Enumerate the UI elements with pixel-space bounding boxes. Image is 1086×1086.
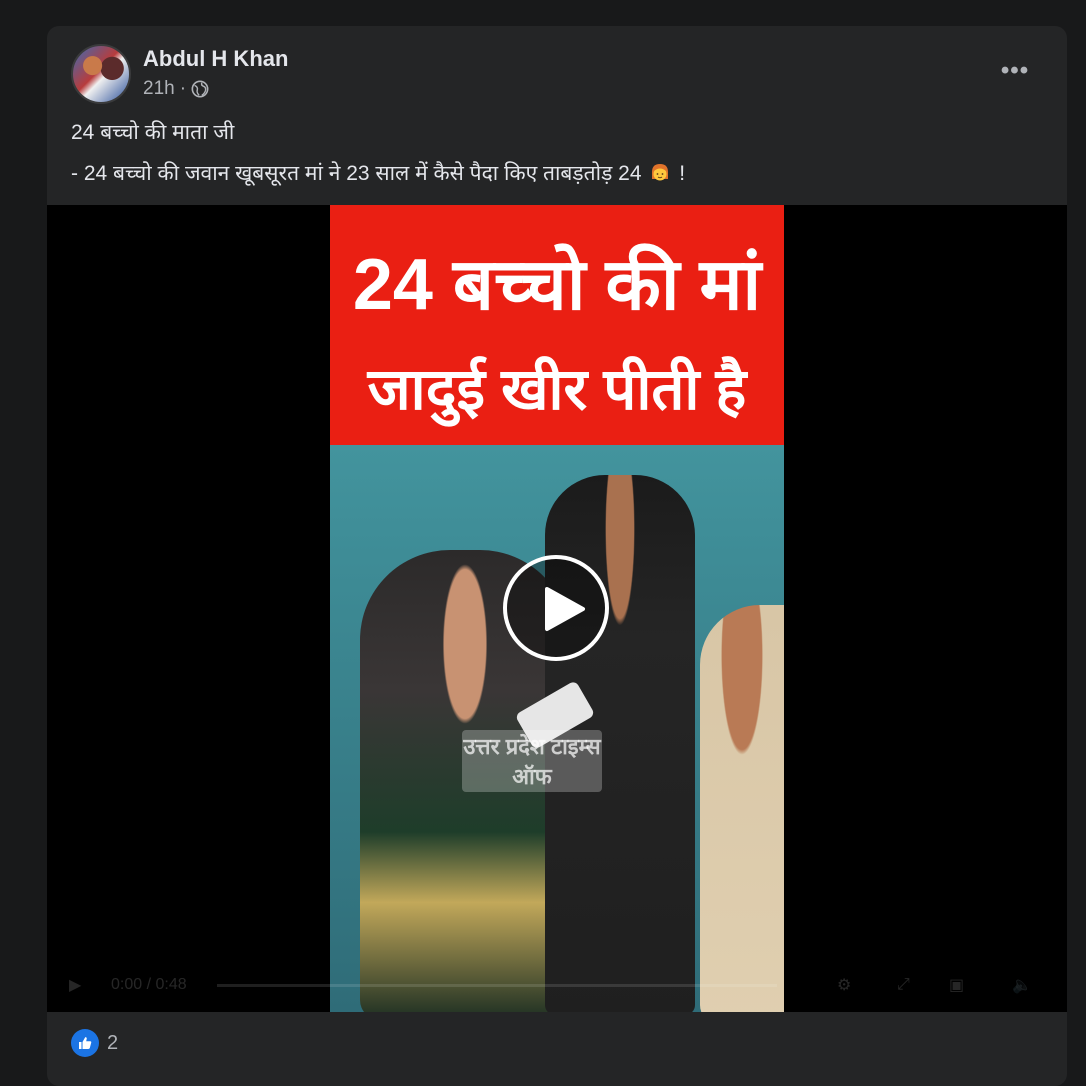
post-text-line1: 24 बच्चो की माता जी <box>71 121 235 144</box>
picture-in-picture-icon[interactable]: ▣ <box>949 975 964 995</box>
video-progress-bar[interactable] <box>217 983 777 987</box>
like-count: 2 <box>107 1031 119 1054</box>
more-options-button[interactable]: ••• <box>995 56 1035 86</box>
play-button[interactable] <box>503 555 609 661</box>
meta-separator: · <box>179 78 187 99</box>
banner-line2: जादुई खीर पीती है <box>367 357 747 422</box>
volume-icon[interactable]: 🔈 <box>1012 975 1032 995</box>
video-controls: ▶ 0:00 / 0:48 ⚙ ⤢ ▣ 🔈 <box>47 965 1067 1005</box>
reactions-summary[interactable]: 2 <box>71 1029 118 1057</box>
post-text-line2: - 24 बच्चो की जवान खूबसूरत मां ने 23 साल… <box>71 159 685 187</box>
play-icon <box>545 587 585 631</box>
expand-icon[interactable]: ⤢ <box>897 976 910 994</box>
banner-line1: 24 बच्चो की मां <box>352 245 762 325</box>
post-meta: 21h · <box>143 78 209 100</box>
settings-gear-icon[interactable]: ⚙ <box>837 975 851 995</box>
video-title-banner: 24 बच्चो की मां जादुई खीर पीती है <box>330 205 784 445</box>
control-play-icon[interactable]: ▶ <box>69 975 81 995</box>
girl-emoji-icon <box>652 164 669 181</box>
post-time[interactable]: 21h <box>143 78 175 100</box>
post-card: Abdul H Khan 21h · ••• 24 बच्चो की माता … <box>47 26 1067 1086</box>
author-avatar[interactable] <box>71 44 131 104</box>
post-text-line2-main: - 24 बच्चो की जवान खूबसूरत मां ने 23 साल… <box>71 162 642 185</box>
globe-icon[interactable] <box>191 80 209 98</box>
video-player[interactable]: 24 बच्चो की मां जादुई खीर पीती है उत्तर … <box>47 205 1067 1012</box>
post-text-line2-end: ! <box>679 162 686 185</box>
like-reaction-icon <box>71 1029 99 1057</box>
author-name[interactable]: Abdul H Khan <box>143 46 288 72</box>
reporter-figure <box>700 605 784 1012</box>
channel-watermark: उत्तर प्रदेश टाइम्स ऑफ <box>462 730 602 792</box>
video-time: 0:00 / 0:48 <box>111 976 187 993</box>
